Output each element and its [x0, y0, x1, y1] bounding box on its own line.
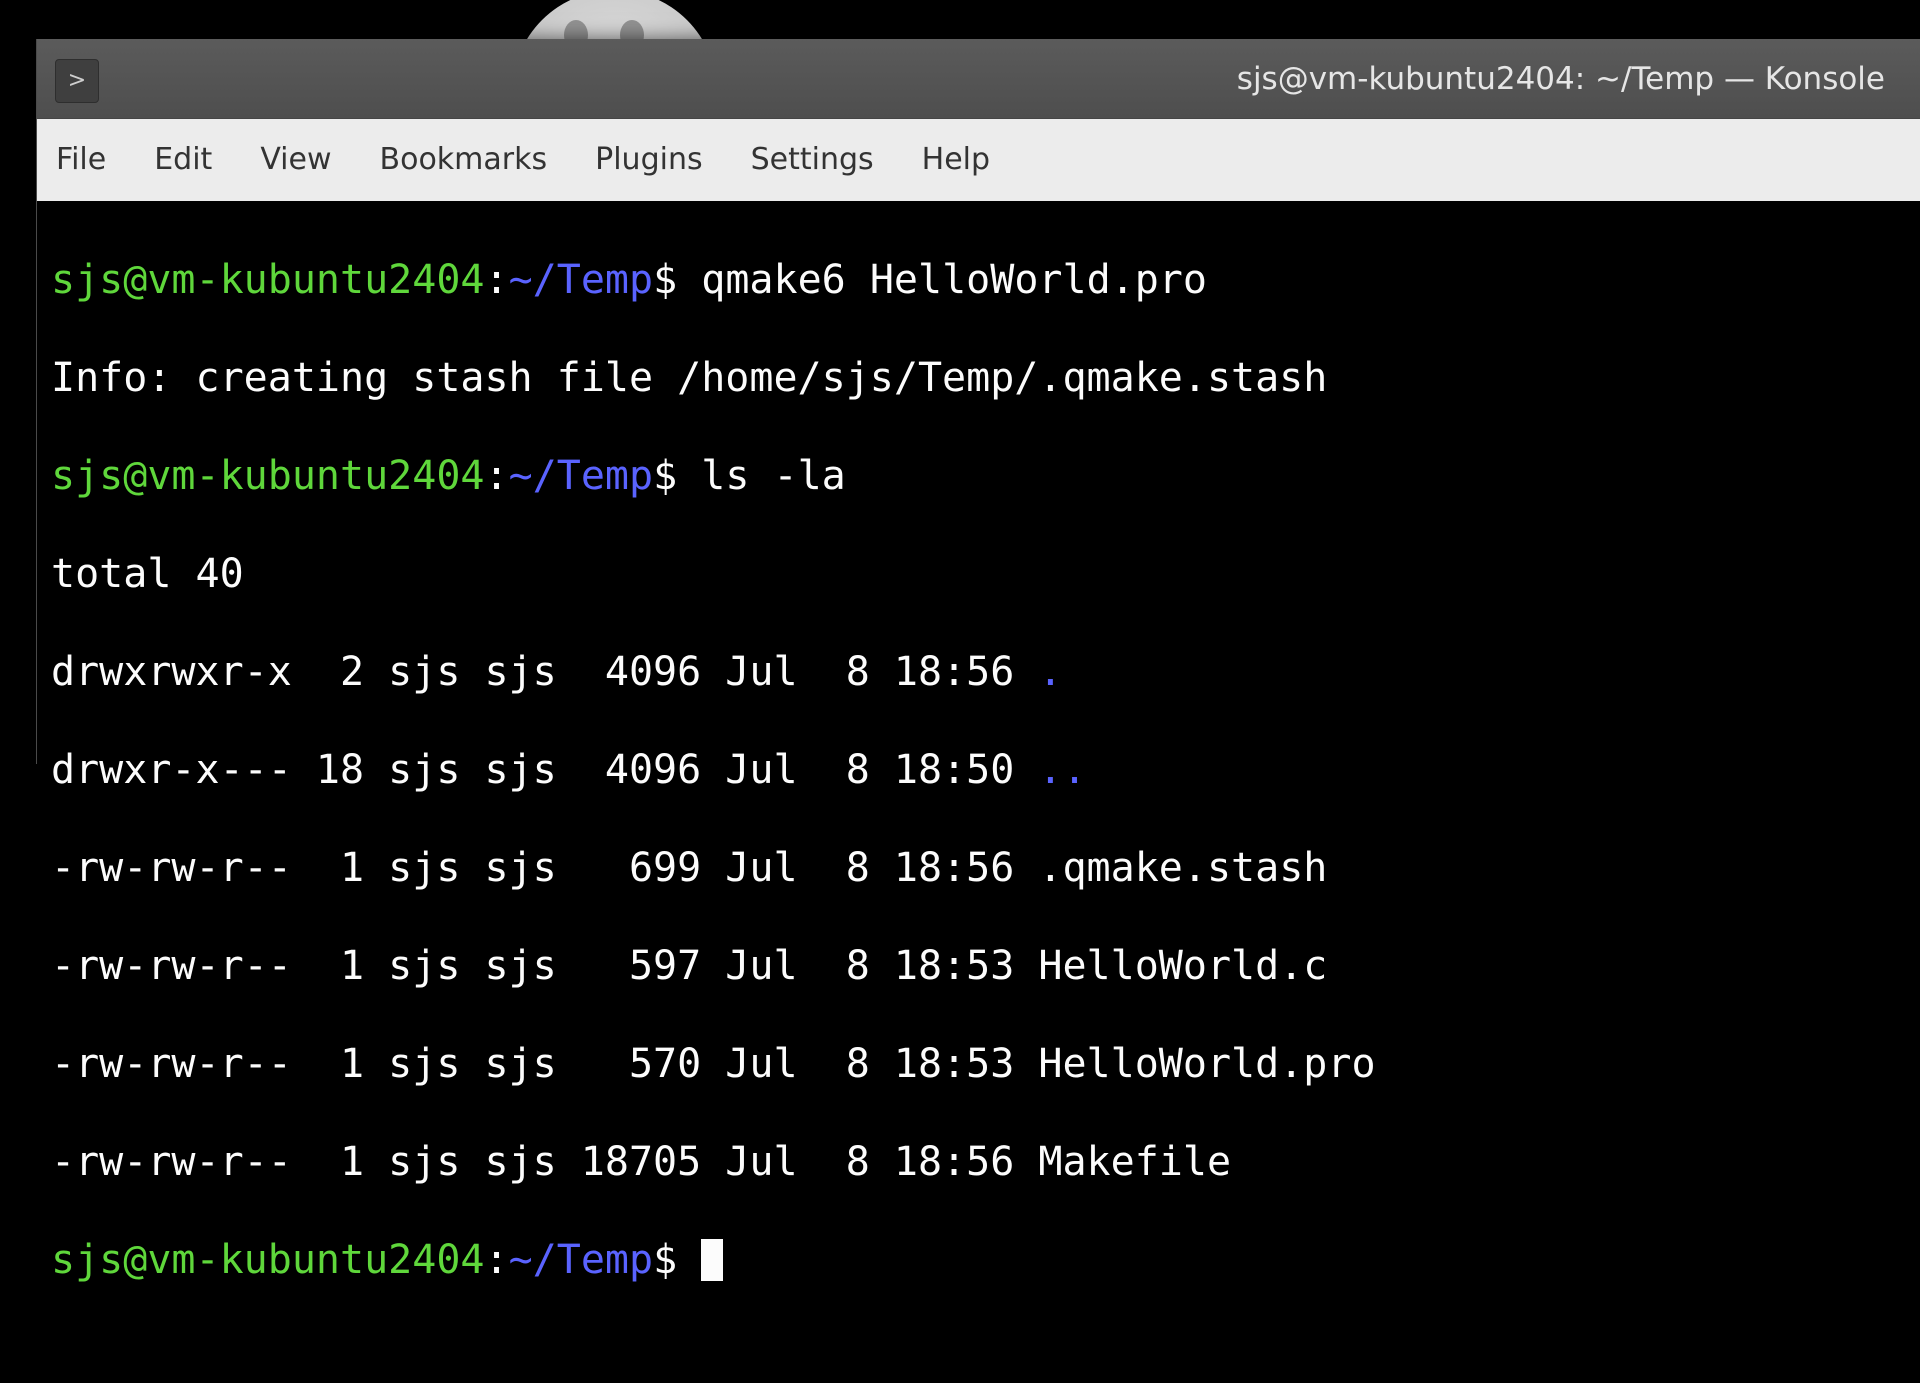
listing-meta: -rw-rw-r-- 1 sjs sjs 597 Jul 8 18:53	[51, 943, 1039, 989]
menu-settings[interactable]: Settings	[751, 140, 874, 180]
prompt-user-host: sjs@vm-kubuntu2404	[51, 453, 485, 499]
prompt-path: ~/Temp	[508, 453, 654, 499]
prompt-colon: :	[484, 257, 509, 303]
window-title: sjs@vm-kubuntu2404: ~/Temp — Konsole	[1236, 61, 1885, 97]
listing-name: ..	[1038, 747, 1087, 793]
listing-name: .qmake.stash	[1038, 845, 1328, 891]
prompt-suffix: $	[653, 1237, 702, 1283]
terminal-output[interactable]: sjs@vm-kubuntu2404:~/Temp$ qmake6 HelloW…	[37, 201, 1920, 1283]
listing-row: -rw-rw-r-- 1 sjs sjs 570 Jul 8 18:53 Hel…	[51, 1040, 1920, 1089]
prompt-user-host: sjs@vm-kubuntu2404	[51, 257, 485, 303]
prompt-path: ~/Temp	[508, 1237, 654, 1283]
titlebar[interactable]: > sjs@vm-kubuntu2404: ~/Temp — Konsole	[37, 39, 1920, 119]
listing-meta: drwxr-x--- 18 sjs sjs 4096 Jul 8 18:50	[51, 747, 1039, 793]
listing-name: .	[1038, 649, 1063, 695]
output-line: total 40	[51, 551, 244, 597]
listing-row: -rw-rw-r-- 1 sjs sjs 18705 Jul 8 18:56 M…	[51, 1138, 1920, 1187]
konsole-window: > sjs@vm-kubuntu2404: ~/Temp — Konsole F…	[36, 39, 1920, 1283]
listing-meta: -rw-rw-r-- 1 sjs sjs 18705 Jul 8 18:56	[51, 1139, 1039, 1185]
prompt-line: sjs@vm-kubuntu2404:~/Temp$ ls -la	[51, 452, 1920, 501]
prompt-line: sjs@vm-kubuntu2404:~/Temp$	[51, 1236, 1920, 1285]
prompt-colon: :	[484, 453, 509, 499]
prompt-colon: :	[484, 1237, 509, 1283]
menu-bookmarks[interactable]: Bookmarks	[380, 140, 548, 180]
listing-row: drwxr-x--- 18 sjs sjs 4096 Jul 8 18:50 .…	[51, 746, 1920, 795]
listing-meta: -rw-rw-r-- 1 sjs sjs 570 Jul 8 18:53	[51, 1041, 1039, 1087]
menu-file[interactable]: File	[56, 140, 106, 180]
command-text: qmake6 HelloWorld.pro	[701, 257, 1207, 303]
text-cursor	[701, 1239, 724, 1281]
listing-name: HelloWorld.c	[1038, 943, 1328, 989]
prompt-user-host: sjs@vm-kubuntu2404	[51, 1237, 485, 1283]
prompt-path: ~/Temp	[508, 257, 654, 303]
menu-view[interactable]: View	[260, 140, 331, 180]
listing-meta: drwxrwxr-x 2 sjs sjs 4096 Jul 8 18:56	[51, 649, 1039, 695]
konsole-app-icon[interactable]: >	[55, 59, 99, 103]
listing-row: -rw-rw-r-- 1 sjs sjs 699 Jul 8 18:56 .qm…	[51, 844, 1920, 893]
listing-name: Makefile	[1038, 1139, 1232, 1185]
listing-name: HelloWorld.pro	[1038, 1041, 1376, 1087]
menu-help[interactable]: Help	[922, 140, 990, 180]
menu-plugins[interactable]: Plugins	[595, 140, 702, 180]
menu-edit[interactable]: Edit	[154, 140, 212, 180]
listing-meta: -rw-rw-r-- 1 sjs sjs 699 Jul 8 18:56	[51, 845, 1039, 891]
prompt-line: sjs@vm-kubuntu2404:~/Temp$ qmake6 HelloW…	[51, 256, 1920, 305]
command-text: ls -la	[701, 453, 846, 499]
prompt-suffix: $	[653, 257, 702, 303]
listing-row: drwxrwxr-x 2 sjs sjs 4096 Jul 8 18:56 .	[51, 648, 1920, 697]
menubar: File Edit View Bookmarks Plugins Setting…	[37, 119, 1920, 201]
prompt-suffix: $	[653, 453, 702, 499]
listing-row: -rw-rw-r-- 1 sjs sjs 597 Jul 8 18:53 Hel…	[51, 942, 1920, 991]
output-line: Info: creating stash file /home/sjs/Temp…	[51, 355, 1328, 401]
